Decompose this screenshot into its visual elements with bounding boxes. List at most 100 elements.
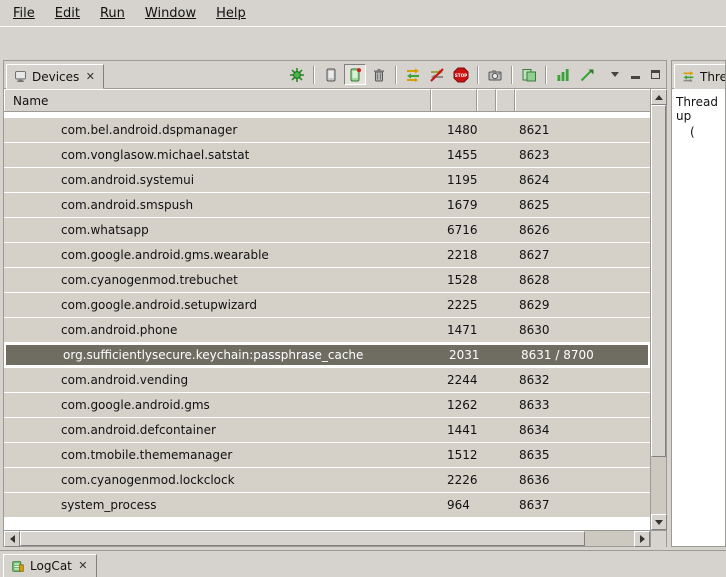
process-pid: 1528 <box>431 273 477 287</box>
process-port: 8624 <box>515 173 650 187</box>
toolbar-separator <box>545 66 547 84</box>
view-menu-icon[interactable] <box>608 64 622 85</box>
screens-icon[interactable] <box>518 64 540 85</box>
menu-window[interactable]: Window <box>136 3 205 24</box>
table-row[interactable]: com.android.phone1471 8630 <box>4 318 650 342</box>
horizontal-scroll-track[interactable] <box>20 531 634 546</box>
view-window-controls <box>608 64 662 85</box>
scroll-up-button[interactable] <box>651 89 667 105</box>
tab-threads[interactable]: Threads <box>674 64 726 89</box>
update-heap-icon[interactable] <box>320 64 342 85</box>
table-row[interactable]: com.google.android.setupwizard222508629 <box>4 293 650 317</box>
column-header-2[interactable] <box>477 89 496 111</box>
update-threads-icon[interactable] <box>402 64 424 85</box>
process-table-main: Name com.bel.android.dspmanager14808621c… <box>4 89 650 530</box>
process-name: com.google.android.gms.wearable <box>4 248 431 262</box>
tab-devices[interactable]: Devices ✕ <box>6 64 104 89</box>
process-port: 8630 <box>515 323 650 337</box>
table-row[interactable]: com.android.smspush16798625 <box>4 193 650 217</box>
screen-capture-icon[interactable] <box>484 64 506 85</box>
devices-tab-icon <box>14 70 27 83</box>
column-header-3[interactable] <box>496 89 515 111</box>
table-row[interactable]: com.cyanogenmod.lockclock222658636 <box>4 468 650 492</box>
column-header-name[interactable]: Name <box>4 89 431 111</box>
scrollbar-corner <box>650 531 666 547</box>
scroll-down-button[interactable] <box>651 514 667 530</box>
process-port: 8629 <box>515 298 650 312</box>
process-pid: 1195 <box>431 173 477 187</box>
process-port: 8633 <box>515 398 650 412</box>
process-pid: 22250 <box>431 298 477 312</box>
process-port: 8627 <box>515 248 650 262</box>
devices-tab-label: Devices <box>32 70 79 84</box>
column-header-pid[interactable] <box>431 89 477 111</box>
process-port: 8637 <box>515 498 650 512</box>
menu-edit[interactable]: Edit <box>46 3 89 24</box>
table-row[interactable]: org.sufficientlysecure.keychain:passphra… <box>4 343 650 367</box>
update-heap-on-icon[interactable] <box>344 64 366 85</box>
table-row[interactable]: com.tmobile.thememanager15128635 <box>4 443 650 467</box>
stop-process-icon[interactable]: STOP <box>450 64 472 85</box>
minimize-icon[interactable] <box>628 64 642 85</box>
table-header: Name <box>4 89 650 112</box>
menu-help[interactable]: Help <box>207 3 255 24</box>
process-pid: 964 <box>431 498 477 512</box>
tab-logcat[interactable]: LogCat ✕ <box>3 554 97 577</box>
devices-tabbar: Devices ✕ <box>4 61 666 89</box>
table-row[interactable]: com.bel.android.dspmanager14808621 <box>4 118 650 142</box>
process-name: com.cyanogenmod.lockclock <box>4 473 431 487</box>
process-port: 8634 <box>515 423 650 437</box>
process-port: 8623 <box>515 148 650 162</box>
cause-gc-icon[interactable] <box>368 64 390 85</box>
toolbar-separator <box>313 66 315 84</box>
logcat-tab-label: LogCat <box>30 559 72 573</box>
threads-tab-icon <box>682 70 695 83</box>
table-row[interactable]: com.google.android.gms.wearable22185 8627 <box>4 243 650 267</box>
scroll-left-button[interactable] <box>4 531 20 547</box>
vertical-scroll-thumb[interactable] <box>651 105 666 457</box>
process-name: system_process <box>4 498 431 512</box>
logcat-bar: LogCat ✕ <box>0 550 726 577</box>
table-row[interactable]: com.whatsapp67168626 <box>4 218 650 242</box>
scroll-right-button[interactable] <box>634 531 650 547</box>
process-name: com.android.systemui <box>4 173 431 187</box>
table-row[interactable]: com.cyanogenmod.trebuchet15288628 <box>4 268 650 292</box>
table-row[interactable]: com.android.defcontainer144118634 <box>4 418 650 442</box>
horizontal-scrollbar[interactable] <box>4 530 666 546</box>
dump-hprof-icon[interactable] <box>552 64 574 85</box>
horizontal-scroll-thumb[interactable] <box>20 531 585 546</box>
vertical-scroll-track[interactable] <box>651 105 666 514</box>
process-table-body: com.bel.android.dspmanager14808621com.vo… <box>4 112 650 530</box>
vertical-scrollbar[interactable] <box>650 89 666 530</box>
threads-panel: Threads Thread up ( <box>671 60 726 547</box>
process-port: 8621 <box>515 123 650 137</box>
process-name: com.bel.android.dspmanager <box>4 123 431 137</box>
menu-file[interactable]: File <box>4 3 44 24</box>
table-row[interactable]: com.android.systemui1195 8624 <box>4 168 650 192</box>
method-profiling-icon[interactable] <box>576 64 598 85</box>
column-header-port[interactable] <box>515 89 650 111</box>
table-row[interactable]: system_process964 8637 <box>4 493 650 517</box>
process-pid: 1471 <box>431 323 477 337</box>
process-pid: 1512 <box>431 448 477 462</box>
table-row[interactable]: com.google.android.gms126238633 <box>4 393 650 417</box>
process-port: 8631 / 8700 <box>517 348 648 362</box>
process-name: com.android.smspush <box>4 198 431 212</box>
threads-message-line1: Thread up <box>676 95 725 123</box>
table-row[interactable]: com.vonglasow.michael.satstat145538623 <box>4 143 650 167</box>
process-pid: 22185 <box>431 248 477 262</box>
maximize-icon[interactable] <box>648 64 662 85</box>
debug-process-icon[interactable] <box>286 64 308 85</box>
process-pid: 6716 <box>431 223 477 237</box>
process-name: com.android.phone <box>4 323 431 337</box>
toolbar-separator <box>395 66 397 84</box>
process-port: 8626 <box>515 223 650 237</box>
table-row[interactable]: com.android.vending224408632 <box>4 368 650 392</box>
menu-run[interactable]: Run <box>91 3 134 24</box>
process-pid: 12623 <box>431 398 477 412</box>
close-icon[interactable]: ✕ <box>77 560 89 572</box>
close-icon[interactable]: ✕ <box>84 71 96 83</box>
threads-message-line2: ( <box>690 125 725 139</box>
menubar: FileEditRunWindowHelp <box>0 0 726 26</box>
stop-threads-icon[interactable] <box>426 64 448 85</box>
